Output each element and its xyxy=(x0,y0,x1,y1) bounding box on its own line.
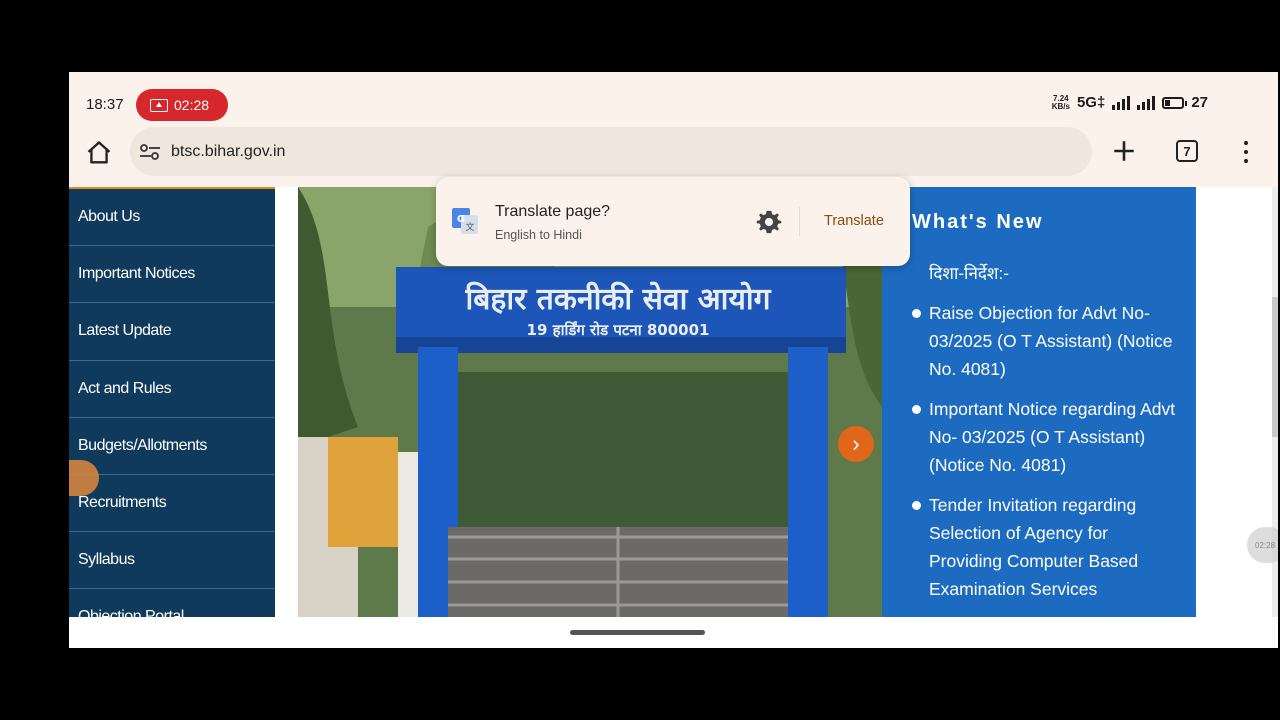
translate-button[interactable]: Translate xyxy=(824,213,884,229)
battery-icon xyxy=(1162,96,1188,109)
sidebar-item-budgets[interactable]: Budgets/Allotments xyxy=(69,418,275,475)
status-icons: 7.24 KB/s 5G‡ 27 xyxy=(1052,94,1208,111)
news-item[interactable]: Raise Objection for Advt No-03/2025 (O T… xyxy=(912,299,1182,383)
sidebar-item-latest-update[interactable]: Latest Update xyxy=(69,303,275,361)
screen-recording-pill[interactable]: 02:28 xyxy=(136,89,228,121)
site-settings-icon[interactable] xyxy=(139,143,161,161)
google-translate-icon: G 文 xyxy=(452,208,478,234)
news-item[interactable]: Important Notice regarding Advt No- 03/2… xyxy=(912,395,1182,479)
url-text: btsc.bihar.gov.in xyxy=(171,142,286,160)
recording-bubble[interactable]: 02:28 xyxy=(1247,527,1278,563)
home-icon[interactable] xyxy=(85,139,113,167)
phone-screen: 18:37 02:28 7.24 KB/s 5G‡ 27 btsc.bihar.… xyxy=(69,72,1278,648)
page-scrollbar-thumb[interactable] xyxy=(1272,297,1278,437)
news-item[interactable]: Tender Invitation regarding Selection of… xyxy=(912,491,1182,603)
sidebar-item-objection-portal[interactable]: Objection Portal xyxy=(69,589,275,617)
gesture-handle[interactable] xyxy=(570,630,705,635)
svg-text:文: 文 xyxy=(465,221,474,233)
sidebar-nav: About Us Important Notices Latest Update… xyxy=(69,187,275,617)
translate-popup: G 文 Translate page? English to Hindi Tra… xyxy=(436,177,910,266)
signal-icon-2 xyxy=(1137,95,1156,110)
whats-new-list: Raise Objection for Advt No-03/2025 (O T… xyxy=(912,299,1182,615)
whats-new-title: What's New xyxy=(912,211,1044,233)
slider-next-icon[interactable]: › xyxy=(838,426,874,462)
sidebar-item-about-us[interactable]: About Us xyxy=(69,189,275,247)
clock: 18:37 xyxy=(86,96,124,113)
status-bar: 18:37 02:28 7.24 KB/s 5G‡ 27 xyxy=(69,72,1278,127)
battery-level: 27 xyxy=(1191,94,1208,111)
svg-text:G: G xyxy=(457,214,465,225)
sidebar-item-syllabus[interactable]: Syllabus xyxy=(69,532,275,590)
recording-time: 02:28 xyxy=(174,97,210,113)
gate-sign-address: 19 हार्डिंग रोड पटना 800001 xyxy=(527,321,710,339)
whats-new-panel: What's New दिशा-निर्देश:- Raise Objectio… xyxy=(882,187,1196,617)
address-bar[interactable]: btsc.bihar.gov.in xyxy=(130,127,1092,176)
whats-new-partial-line: दिशा-निर्देश:- xyxy=(929,264,1009,283)
signal-icon xyxy=(1112,95,1131,110)
more-menu-icon[interactable] xyxy=(1239,139,1253,165)
gesture-bar-area xyxy=(69,617,1278,648)
divider xyxy=(799,207,800,236)
screen-record-icon xyxy=(150,98,168,112)
sidebar-item-act-and-rules[interactable]: Act and Rules xyxy=(69,361,275,418)
tab-switcher-button[interactable]: 7 xyxy=(1176,140,1198,162)
sidebar-item-important-notices[interactable]: Important Notices xyxy=(69,246,275,304)
gear-icon[interactable] xyxy=(755,208,783,236)
new-tab-icon[interactable] xyxy=(1111,138,1137,164)
translate-title: Translate page? xyxy=(495,203,611,220)
sidebar-item-recruitments[interactable]: Recruitments xyxy=(69,475,275,533)
translate-languages: English to Hindi xyxy=(495,228,582,242)
network-speed: 7.24 KB/s xyxy=(1051,93,1070,111)
gate-sign-title: बिहार तकनीकी सेवा आयोग xyxy=(464,281,771,317)
network-type: 5G‡ xyxy=(1076,94,1106,111)
